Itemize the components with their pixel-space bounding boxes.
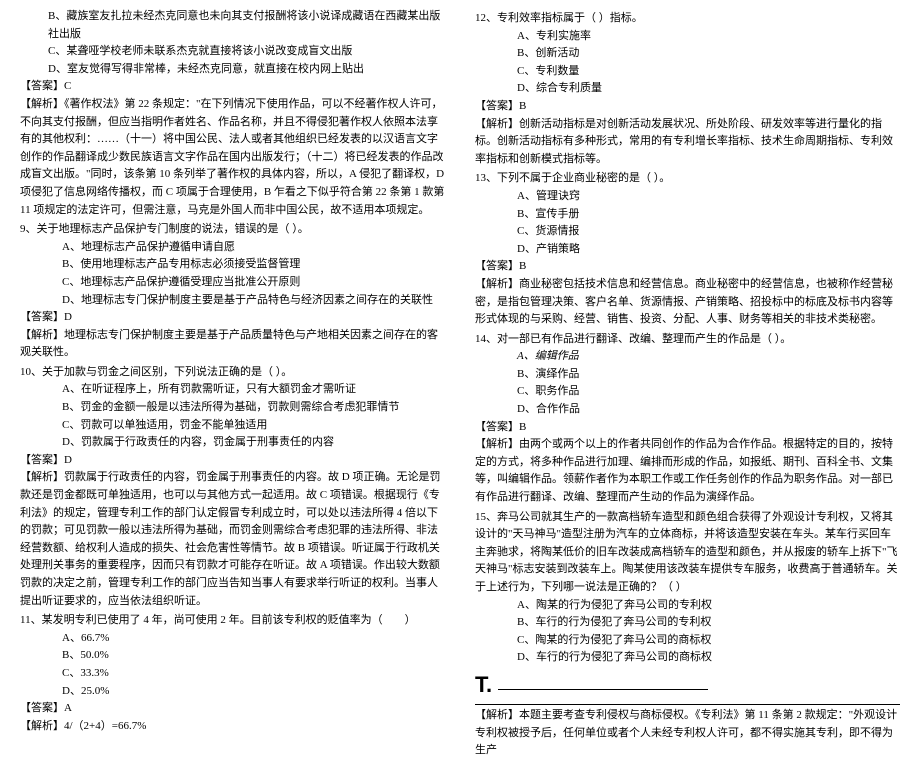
q11-option-d: D、25.0% [20, 683, 445, 701]
q12-option-b: B、创新活动 [475, 45, 900, 63]
question-10: 10、关于加款与罚金之间区别，下列说法正确的是（ ）。 [20, 364, 445, 382]
q12-option-d: D、综合专利质量 [475, 80, 900, 98]
q-option-c: C、某聋哑学校老师未联系杰克就直接将该小说改变成盲文出版 [20, 43, 445, 61]
question-9: 9、关于地理标志产品保护专门制度的说法，错误的是（ ）。 [20, 221, 445, 239]
q9-option-a: A、地理标志产品保护遵循申请自愿 [20, 239, 445, 257]
answer-9: 【答案】D [20, 309, 445, 327]
divider-line [498, 689, 708, 690]
section-marker-row: T. [475, 667, 900, 702]
explanation-11: 【解析】4/（2+4）=66.7% [20, 718, 445, 736]
answer-14: 【答案】B [475, 419, 900, 437]
section-marker-t: T. [475, 672, 492, 697]
explanation-10: 【解析】罚款属于行政责任的内容，罚金属于刑事责任的内容。故 D 项正确。无论是罚… [20, 469, 445, 610]
q10-option-c: C、罚款可以单独适用，罚金不能单独适用 [20, 417, 445, 435]
q13-option-a: A、管理诀窍 [475, 188, 900, 206]
explanation-15: 【解析】本题主要考查专利侵权与商标侵权。《专利法》第 11 条第 2 款规定："… [475, 707, 900, 760]
q14-option-c: C、职务作品 [475, 383, 900, 401]
q10-option-b: B、罚金的金额一般是以违法所得为基础，罚款则需综合考虑犯罪情节 [20, 399, 445, 417]
left-column: B、藏族室友扎拉未经杰克同意也未向其支付报酬将该小说译成藏语在西藏某出版社出版 … [20, 8, 445, 760]
q9-option-c: C、地理标志产品保护遵循受理应当批准公开原则 [20, 274, 445, 292]
explanation-text: 【解析】《著作权法》第 22 条规定："在下列情况下使用作品，可以不经著作权人许… [20, 96, 445, 219]
q14-option-b: B、演绎作品 [475, 366, 900, 384]
question-12: 12、专利效率指标属于（ ）指标。 [475, 10, 900, 28]
explanation-9: 【解析】地理标志专门保护制度主要是基于产品质量特色与产地相关因素之间存在的客观关… [20, 327, 445, 362]
q-option-d: D、室友觉得写得非常棒，未经杰克同意，就直接在校内网上贴出 [20, 61, 445, 79]
q10-option-a: A、在听证程序上，所有罚款需听证，只有大额罚金才需听证 [20, 381, 445, 399]
question-11: 11、某发明专利已使用了 4 年，尚可使用 2 年。目前该专利权的贬值率为（ ） [20, 612, 445, 630]
q12-option-c: C、专利数量 [475, 63, 900, 81]
q9-option-d: D、地理标志专门保护制度主要是基于产品特色与经济因素之间存在的关联性 [20, 292, 445, 310]
explanation-12: 【解析】创新活动指标是对创新活动发展状况、所处阶段、研发效率等进行量化的指标。创… [475, 116, 900, 169]
q11-option-c: C、33.3% [20, 665, 445, 683]
q12-option-a: A、专利实施率 [475, 28, 900, 46]
answer-10: 【答案】D [20, 452, 445, 470]
q15-option-c: C、陶某的行为侵犯了奔马公司的商标权 [475, 632, 900, 650]
right-column: 12、专利效率指标属于（ ）指标。 A、专利实施率 B、创新活动 C、专利数量 … [475, 8, 900, 760]
q11-option-a: A、66.7% [20, 630, 445, 648]
answer-13: 【答案】B [475, 258, 900, 276]
q13-option-d: D、产销策略 [475, 241, 900, 259]
q14-option-a: A、编辑作品 [475, 348, 900, 366]
q9-option-b: B、使用地理标志产品专用标志必须接受监督管理 [20, 256, 445, 274]
q10-option-d: D、罚款属于行政责任的内容，罚金属于刑事责任的内容 [20, 434, 445, 452]
q11-option-b: B、50.0% [20, 647, 445, 665]
q15-option-d: D、车行的行为侵犯了奔马公司的商标权 [475, 649, 900, 667]
q13-option-b: B、宣传手册 [475, 206, 900, 224]
question-14: 14、对一部已有作品进行翻译、改编、整理而产生的作品是（ ）。 [475, 331, 900, 349]
explanation-13: 【解析】商业秘密包括技术信息和经营信息。商业秘密中的经营信息，也被称作经营秘密，… [475, 276, 900, 329]
answer-label: 【答案】C [20, 78, 445, 96]
divider-line-2 [475, 704, 900, 705]
question-15: 15、奔马公司就其生产的一款高档轿车造型和颜色组合获得了外观设计专利权，又将其设… [475, 509, 900, 597]
answer-11: 【答案】A [20, 700, 445, 718]
q13-option-c: C、货源情报 [475, 223, 900, 241]
q15-option-b: B、车行的行为侵犯了奔马公司的专利权 [475, 614, 900, 632]
q-option-b: B、藏族室友扎拉未经杰克同意也未向其支付报酬将该小说译成藏语在西藏某出版社出版 [20, 8, 445, 43]
q15-option-a: A、陶某的行为侵犯了奔马公司的专利权 [475, 597, 900, 615]
answer-12: 【答案】B [475, 98, 900, 116]
explanation-14: 【解析】由两个或两个以上的作者共同创作的作品为合作作品。根据特定的目的，按特定的… [475, 436, 900, 506]
q14-option-d: D、合作作品 [475, 401, 900, 419]
question-13: 13、下列不属于企业商业秘密的是（ ）。 [475, 170, 900, 188]
